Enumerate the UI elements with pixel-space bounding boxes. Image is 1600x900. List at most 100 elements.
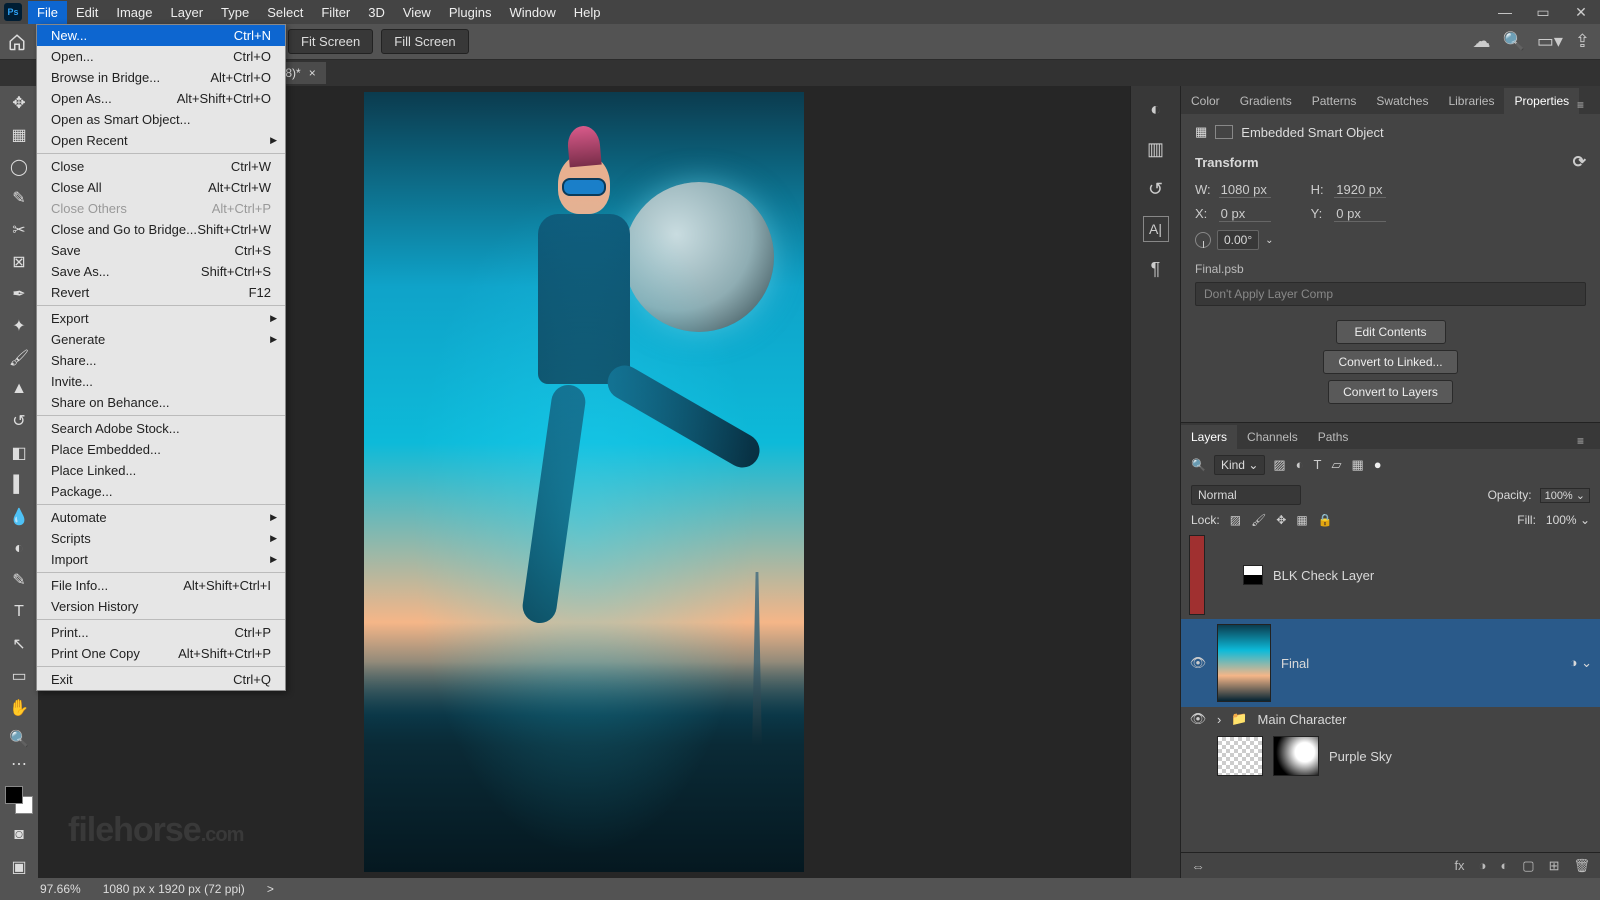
layer-name[interactable]: BLK Check Layer [1273, 568, 1374, 583]
tab-patterns[interactable]: Patterns [1302, 88, 1367, 114]
tab-swatches[interactable]: Swatches [1366, 88, 1438, 114]
menu-image[interactable]: Image [107, 1, 161, 24]
menu-item-open-recent[interactable]: Open Recent▶ [37, 130, 285, 151]
fx-icon[interactable]: fx [1454, 858, 1464, 873]
menu-plugins[interactable]: Plugins [440, 1, 501, 24]
menu-select[interactable]: Select [258, 1, 312, 24]
menu-item-print-one-copy[interactable]: Print One CopyAlt+Shift+Ctrl+P [37, 643, 285, 664]
filter-smart-icon[interactable]: ▦ [1351, 457, 1363, 473]
mask-icon[interactable]: ◑ [1479, 858, 1487, 873]
menu-filter[interactable]: Filter [312, 1, 359, 24]
zoom-tool-icon[interactable]: 🔍 [7, 729, 31, 751]
character-icon[interactable]: A| [1143, 216, 1169, 242]
home-icon[interactable] [6, 31, 28, 53]
dodge-tool-icon[interactable]: ◐ [7, 538, 31, 560]
maximize-button[interactable]: ▭ [1524, 0, 1562, 24]
menu-item-automate[interactable]: Automate▶ [37, 507, 285, 528]
type-tool-icon[interactable]: T [7, 601, 31, 623]
layer-row[interactable]: Purple Sky [1181, 731, 1600, 781]
menu-item-open[interactable]: Open...Ctrl+O [37, 46, 285, 67]
libraries-icon[interactable]: ▥ [1143, 136, 1169, 162]
menu-item-place-embedded[interactable]: Place Embedded... [37, 439, 285, 460]
tab-channels[interactable]: Channels [1237, 425, 1308, 449]
menu-item-scripts[interactable]: Scripts▶ [37, 528, 285, 549]
tab-paths[interactable]: Paths [1308, 425, 1359, 449]
blend-mode-select[interactable]: Normal [1191, 485, 1301, 505]
history-brush-tool-icon[interactable]: ↺ [7, 410, 31, 432]
visibility-icon[interactable]: 👁 [1189, 711, 1207, 727]
search-icon[interactable]: 🔍 [1502, 31, 1524, 52]
adjustments-icon[interactable]: ◐ [1143, 96, 1169, 122]
tab-libraries[interactable]: Libraries [1438, 88, 1504, 114]
move-tool-icon[interactable]: ✥ [7, 92, 31, 114]
menu-item-browse-in-bridge[interactable]: Browse in Bridge...Alt+Ctrl+O [37, 67, 285, 88]
menu-type[interactable]: Type [212, 1, 258, 24]
menu-item-generate[interactable]: Generate▶ [37, 329, 285, 350]
menu-3d[interactable]: 3D [359, 1, 394, 24]
disclosure-icon[interactable]: › [1217, 712, 1221, 727]
hand-tool-icon[interactable]: ✋ [7, 697, 31, 719]
new-layer-icon[interactable]: ⊞ [1549, 858, 1560, 874]
menu-item-open-as-smart-object[interactable]: Open as Smart Object... [37, 109, 285, 130]
menu-item-close[interactable]: CloseCtrl+W [37, 156, 285, 177]
filter-toggle-icon[interactable]: ● [1374, 457, 1382, 473]
menu-item-close-and-go-to-bridge[interactable]: Close and Go to Bridge...Shift+Ctrl+W [37, 219, 285, 240]
stamp-tool-icon[interactable]: ▲ [7, 378, 31, 400]
paragraph-icon[interactable]: ¶ [1143, 256, 1169, 282]
layer-name[interactable]: Purple Sky [1329, 749, 1392, 764]
menu-item-package[interactable]: Package... [37, 481, 285, 502]
lock-paint-icon[interactable]: 🖌 [1251, 513, 1266, 527]
menu-window[interactable]: Window [500, 1, 564, 24]
menu-view[interactable]: View [394, 1, 440, 24]
shape-tool-icon[interactable]: ▭ [7, 665, 31, 687]
menu-item-share[interactable]: Share... [37, 350, 285, 371]
fill-screen-button[interactable]: Fill Screen [381, 29, 468, 54]
quick-select-tool-icon[interactable]: ✎ [7, 187, 31, 209]
menu-help[interactable]: Help [565, 1, 610, 24]
healing-tool-icon[interactable]: ✦ [7, 315, 31, 337]
menu-item-print[interactable]: Print...Ctrl+P [37, 622, 285, 643]
gradient-tool-icon[interactable]: ▌ [7, 474, 31, 496]
menu-item-invite[interactable]: Invite... [37, 371, 285, 392]
layer-row[interactable]: 👁 Final ◑ ⌄ [1181, 619, 1600, 707]
crop-tool-icon[interactable]: ✂ [7, 219, 31, 241]
document-tab-close-icon[interactable]: × [309, 66, 316, 80]
lasso-tool-icon[interactable]: ◯ [7, 156, 31, 178]
reset-icon[interactable]: ⟳ [1573, 152, 1586, 172]
share-icon[interactable]: ⇪ [1575, 31, 1590, 52]
lock-position-icon[interactable]: ✥ [1276, 513, 1286, 527]
path-tool-icon[interactable]: ↖ [7, 633, 31, 655]
edit-contents-button[interactable]: Edit Contents [1336, 320, 1446, 344]
brush-tool-icon[interactable]: 🖌 [7, 347, 31, 369]
convert-linked-button[interactable]: Convert to Linked... [1323, 350, 1457, 374]
y-input[interactable]: 0 px [1334, 206, 1386, 222]
color-swatch[interactable] [5, 786, 33, 814]
filter-shape-icon[interactable]: ▱ [1331, 457, 1341, 473]
menu-item-revert[interactable]: RevertF12 [37, 282, 285, 303]
screen-mode-icon[interactable]: ▣ [7, 856, 31, 878]
menu-item-open-as[interactable]: Open As...Alt+Shift+Ctrl+O [37, 88, 285, 109]
artboard-tool-icon[interactable]: ▦ [7, 124, 31, 146]
minimize-button[interactable]: ― [1486, 0, 1524, 24]
document-canvas[interactable] [364, 92, 804, 872]
adjustment-layer-icon[interactable]: ◐ [1500, 858, 1508, 873]
lock-transparency-icon[interactable]: ▨ [1230, 513, 1241, 527]
menu-edit[interactable]: Edit [67, 1, 107, 24]
layer-name[interactable]: Final [1281, 656, 1309, 671]
layer-row[interactable]: 👁 › 📁 Main Character [1181, 707, 1600, 731]
eyedropper-tool-icon[interactable]: ✒ [7, 283, 31, 305]
zoom-level[interactable]: 97.66% [40, 882, 81, 896]
lock-artboard-icon[interactable]: ▦ [1296, 513, 1307, 527]
filter-kind-select[interactable]: Kind ⌄ [1214, 455, 1265, 475]
menu-item-new[interactable]: New...Ctrl+N [37, 25, 285, 46]
delete-layer-icon[interactable]: 🗑 [1573, 858, 1590, 874]
menu-item-save[interactable]: SaveCtrl+S [37, 240, 285, 261]
filter-type-icon[interactable]: T [1314, 457, 1322, 473]
opacity-input[interactable]: 100% ⌄ [1540, 488, 1590, 503]
layer-row[interactable]: BLK Check Layer [1181, 531, 1600, 619]
x-input[interactable]: 0 px [1219, 206, 1271, 222]
menu-item-share-on-behance[interactable]: Share on Behance... [37, 392, 285, 413]
width-input[interactable]: 1080 px [1219, 182, 1271, 198]
close-window-button[interactable]: ✕ [1562, 0, 1600, 24]
filter-pixel-icon[interactable]: ▨ [1273, 457, 1285, 473]
